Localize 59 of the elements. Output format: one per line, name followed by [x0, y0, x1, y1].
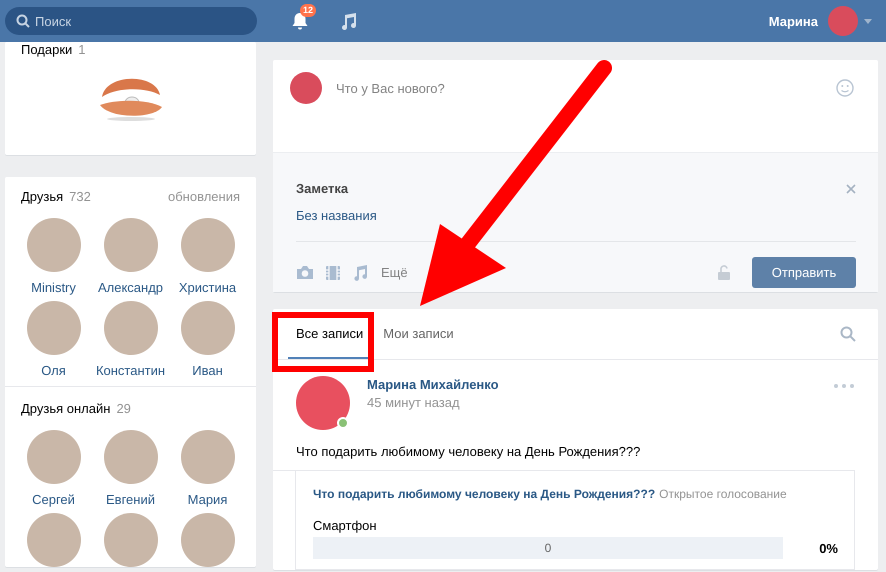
wall-tab[interactable]: Мои записи [375, 309, 462, 359]
wall-tab[interactable]: Все записи [288, 309, 372, 359]
avatar-photo[interactable] [180, 218, 234, 272]
avatar-photo[interactable] [104, 301, 158, 355]
smiley-icon[interactable] [836, 79, 854, 97]
user-avatar [290, 72, 322, 104]
caret-icon[interactable] [864, 18, 872, 24]
notification-count: 12 [300, 4, 316, 17]
send-button[interactable]: Отправить [752, 257, 856, 288]
friend-name[interactable]: Сергей [32, 492, 75, 507]
vote-count: 0 [544, 541, 552, 555]
poll-option-bar[interactable]: 0 [313, 537, 783, 559]
friend-name[interactable]: Иван [192, 363, 223, 378]
avatar-photo[interactable] [26, 218, 80, 272]
post-input[interactable]: Что у Вас нового? [334, 80, 836, 97]
search-field[interactable]: Поиск [5, 7, 257, 35]
film-icon[interactable] [325, 264, 341, 280]
friend-name[interactable]: Константин [96, 363, 166, 378]
avatar-photo[interactable] [180, 513, 234, 567]
post-text: Что подарить любимому человеку на День Рождения??? [273, 430, 855, 471]
section-title: Друзья онлайн [21, 401, 110, 416]
author-name[interactable]: Марина Михайленко [367, 377, 499, 392]
poll-type: Открытое голосование [659, 487, 787, 501]
user-avatar[interactable] [828, 6, 858, 36]
avatar-photo[interactable] [104, 430, 158, 484]
bell-icon[interactable] [290, 11, 310, 31]
friend-name[interactable]: Оля [41, 363, 66, 378]
avatar-photo[interactable] [180, 301, 234, 355]
note-label: Заметка [296, 181, 348, 196]
friend-count: 732 [69, 189, 91, 204]
friend-name[interactable]: Александр [98, 280, 164, 295]
friend-name[interactable]: Христина [178, 280, 236, 295]
user-name[interactable]: Марина [768, 14, 818, 28]
poll-option-label: Смартфон [313, 518, 378, 533]
gift-count: 1 [78, 42, 86, 57]
section-title: Подарки [21, 42, 72, 57]
search-icon [16, 14, 30, 28]
friend-name[interactable]: Мария [188, 492, 228, 507]
more-link[interactable]: Ещё [381, 265, 408, 280]
avatar-photo[interactable] [26, 430, 80, 484]
avatar-photo[interactable] [26, 513, 80, 567]
lock-icon[interactable] [717, 264, 731, 280]
avatar-photo[interactable] [104, 513, 158, 567]
vote-percent: 0% [819, 540, 838, 556]
music-note-icon[interactable] [352, 264, 368, 281]
avatar-photo[interactable] [104, 218, 158, 272]
section-title: Друзья [21, 189, 64, 204]
avatar-photo[interactable] [26, 301, 80, 355]
search-icon[interactable] [840, 326, 856, 342]
friend-count: 29 [116, 401, 131, 416]
poll-question: Что подарить любимому человеку на День Рождения??? [313, 487, 656, 501]
note-title-link[interactable]: Без названия [296, 208, 377, 241]
close-icon[interactable] [846, 184, 856, 194]
camera-icon[interactable] [296, 265, 314, 280]
friend-name[interactable]: Евгений [106, 492, 155, 507]
more-dots-icon[interactable] [834, 384, 854, 388]
avatar-photo[interactable] [180, 430, 234, 484]
author-avatar[interactable] [296, 376, 350, 430]
friend-name[interactable]: Ministry [31, 280, 76, 295]
